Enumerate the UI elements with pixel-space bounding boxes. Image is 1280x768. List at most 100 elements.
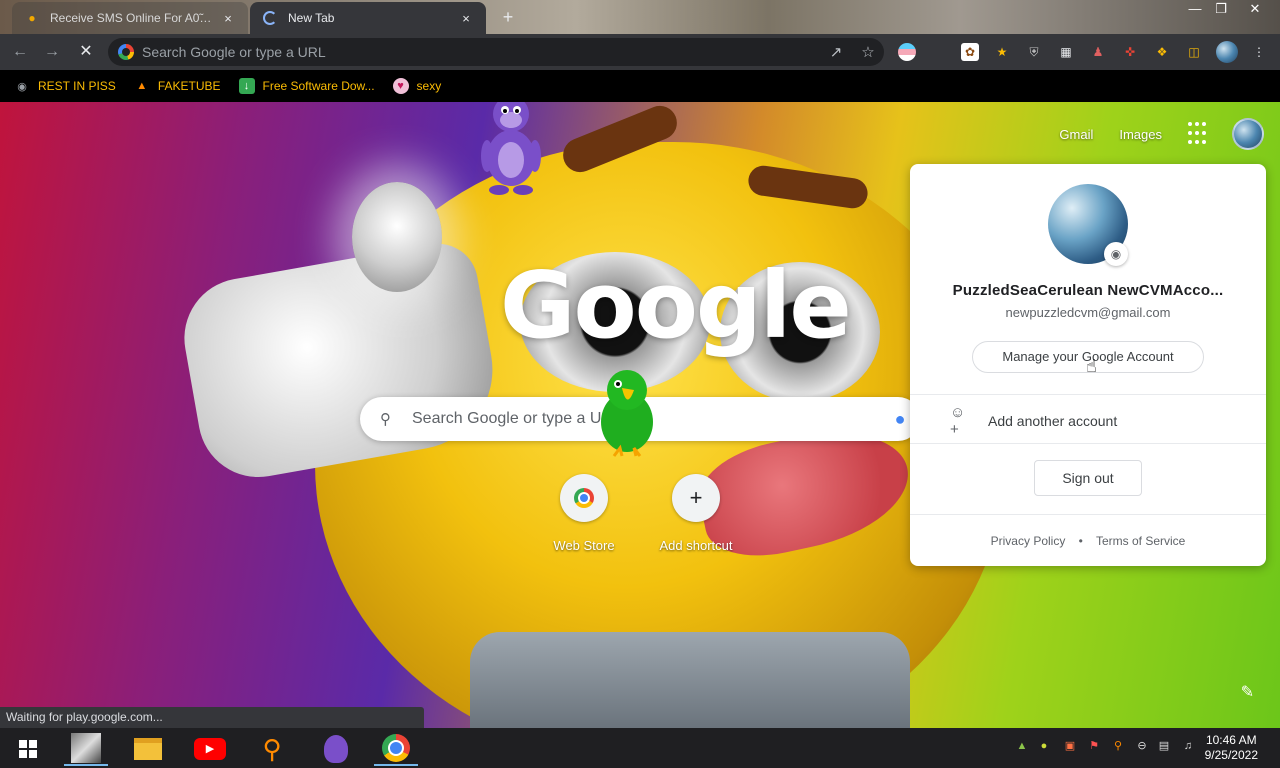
camera-icon[interactable]: ◉ bbox=[1104, 242, 1128, 266]
taskbar-chrome[interactable] bbox=[374, 732, 418, 766]
address-input[interactable] bbox=[142, 44, 820, 60]
google-apps-icon[interactable] bbox=[1188, 122, 1212, 146]
clock-date: 9/25/2022 bbox=[1204, 748, 1258, 762]
forward-arrow-icon[interactable]: → bbox=[40, 40, 64, 64]
runner-extension-icon[interactable]: ★ bbox=[993, 43, 1011, 61]
divider bbox=[910, 514, 1266, 515]
add-account-button[interactable]: ☺+ Add another account bbox=[950, 404, 1117, 438]
tray-flag-icon[interactable]: ⚑ bbox=[1086, 738, 1102, 754]
add-person-icon: ☺+ bbox=[950, 404, 966, 438]
account-name: PuzzledSeaCerulean NewCVMAcco... bbox=[952, 282, 1224, 299]
start-button[interactable] bbox=[6, 732, 50, 766]
google-logo: Google bbox=[500, 252, 852, 359]
tab-strip: ● Receive SMS Online For A0̃%12- × New T… bbox=[0, 0, 1280, 34]
google-g-icon bbox=[118, 44, 134, 60]
folder-icon bbox=[134, 738, 162, 760]
minimize-button[interactable]: — bbox=[1182, 0, 1208, 20]
bonzi-mascot-icon[interactable] bbox=[475, 102, 547, 198]
account-avatar-button[interactable] bbox=[1232, 118, 1264, 150]
windows-taskbar: ▶ ⚲ ▲ ● ▣ ⚑ ⚲ ⊖ ▤ ♫ 10:46 AM 9/25/2022 bbox=[0, 728, 1280, 768]
taskbar-youtube[interactable]: ▶ bbox=[188, 732, 232, 766]
background-glowing-orb bbox=[352, 182, 442, 292]
close-window-button[interactable]: ✕ bbox=[1242, 0, 1268, 20]
taskbar-file-explorer[interactable] bbox=[126, 732, 170, 766]
bookmark-free-software[interactable]: ↓ Free Software Dow... bbox=[238, 78, 375, 94]
taskbar-bonzi[interactable] bbox=[314, 732, 358, 766]
tab-title: New Tab bbox=[288, 11, 335, 25]
paw-extension-icon[interactable]: ✿ bbox=[961, 43, 979, 61]
taskbar-search-tool[interactable]: ⚲ bbox=[250, 732, 294, 766]
shortcut-add[interactable]: + Add shortcut bbox=[640, 474, 752, 553]
bookmark-label: Free Software Dow... bbox=[262, 79, 375, 93]
tab-title: Receive SMS Online For A0̃%12- bbox=[50, 11, 220, 25]
shortcut-label: Add shortcut bbox=[659, 538, 733, 553]
bookmark-faketube[interactable]: ▲ FAKETUBE bbox=[134, 78, 220, 94]
chrome-menu-icon[interactable]: ⋮ bbox=[1250, 43, 1268, 61]
divider bbox=[910, 443, 1266, 444]
bonzi-icon bbox=[324, 735, 348, 763]
search-icon: ⚲ bbox=[380, 411, 391, 428]
status-bubble: Waiting for play.google.com... bbox=[0, 707, 424, 728]
puzzle-extensions-icon[interactable]: ❖ bbox=[1153, 43, 1171, 61]
tray-app-icon[interactable]: ▲ bbox=[1014, 738, 1030, 754]
wt-extension-icon[interactable]: ▦ bbox=[1057, 43, 1075, 61]
share-icon[interactable]: ↗ bbox=[820, 43, 852, 61]
close-tab-icon[interactable]: × bbox=[458, 11, 474, 26]
volume-icon[interactable]: ♫ bbox=[1180, 738, 1196, 754]
plus-icon: + bbox=[672, 474, 720, 522]
trans-flag-extension-icon[interactable] bbox=[898, 43, 916, 61]
terms-of-service-link[interactable]: Terms of Service bbox=[1096, 534, 1185, 548]
sword-extension-icon[interactable]: ✜ bbox=[1121, 43, 1139, 61]
tab-new-tab[interactable]: New Tab × bbox=[250, 2, 486, 34]
chrome-webstore-icon bbox=[560, 474, 608, 522]
maximize-button[interactable]: ❐ bbox=[1208, 0, 1234, 20]
loading-spinner-icon bbox=[262, 10, 278, 26]
back-arrow-icon[interactable]: ← bbox=[8, 40, 32, 64]
background-shoe bbox=[470, 632, 910, 728]
bookmark-sexy[interactable]: ♥ sexy bbox=[392, 78, 442, 94]
ublock-shield-icon[interactable]: ⛨ bbox=[1025, 43, 1043, 61]
clock-time: 10:46 AM bbox=[1205, 733, 1257, 747]
heart-icon: ♥ bbox=[392, 78, 409, 94]
tray-minus-icon[interactable]: ⊖ bbox=[1134, 738, 1150, 754]
gmail-link[interactable]: Gmail bbox=[1059, 127, 1093, 142]
magnifier-icon: ⚲ bbox=[262, 733, 282, 764]
divider bbox=[910, 394, 1266, 395]
ntp-top-links: Gmail Images bbox=[1059, 102, 1280, 166]
globe-icon: ◉ bbox=[17, 80, 27, 93]
chrome-icon bbox=[382, 734, 410, 762]
images-link[interactable]: Images bbox=[1119, 127, 1162, 142]
person-extension-icon[interactable]: ♟ bbox=[1089, 43, 1107, 61]
bookmark-star-icon[interactable]: ☆ bbox=[852, 43, 884, 61]
network-icon[interactable]: ▤ bbox=[1156, 738, 1172, 754]
privacy-policy-link[interactable]: Privacy Policy bbox=[991, 534, 1066, 548]
bookmarks-bar: ◉ REST IN PISS ▲ FAKETUBE ↓ Free Softwar… bbox=[0, 70, 1280, 102]
tray-app-icon[interactable]: ● bbox=[1036, 738, 1052, 754]
youtube-icon: ▶ bbox=[194, 738, 226, 760]
bookmark-label: sexy bbox=[416, 79, 442, 93]
tray-search-icon[interactable]: ⚲ bbox=[1110, 738, 1126, 754]
new-tab-button[interactable]: + bbox=[496, 6, 520, 28]
popup-footer: Privacy Policy • Terms of Service bbox=[910, 534, 1266, 548]
app-thumbnail-icon bbox=[71, 733, 101, 763]
parrot-mascot-icon[interactable] bbox=[592, 364, 662, 462]
stop-loading-icon[interactable]: ✕ bbox=[74, 40, 98, 64]
taskbar-app-thumbnail[interactable] bbox=[64, 732, 108, 766]
download-icon: ↓ bbox=[238, 78, 255, 94]
sign-out-button[interactable]: Sign out bbox=[1034, 460, 1142, 496]
add-account-label: Add another account bbox=[988, 413, 1118, 429]
profile-avatar-icon[interactable] bbox=[1216, 41, 1238, 63]
tab-receive-sms[interactable]: ● Receive SMS Online For A0̃%12- × bbox=[12, 2, 248, 34]
tray-app-icon[interactable]: ▣ bbox=[1062, 738, 1078, 754]
omnibox[interactable]: ↗ ☆ bbox=[108, 38, 884, 66]
taskbar-clock[interactable]: 10:46 AM 9/25/2022 bbox=[1205, 733, 1258, 763]
customize-pencil-icon[interactable]: ✎ bbox=[1241, 682, 1254, 702]
side-panel-icon[interactable]: ◫ bbox=[1185, 43, 1203, 61]
fire-icon: ▲ bbox=[136, 80, 148, 92]
bookmark-rest-in-piss[interactable]: ◉ REST IN PISS bbox=[14, 78, 116, 94]
account-email: newpuzzledcvm@gmail.com bbox=[1005, 305, 1171, 320]
close-tab-icon[interactable]: × bbox=[220, 11, 236, 26]
bookmark-label: REST IN PISS bbox=[38, 79, 116, 93]
shortcut-label: Web Store bbox=[553, 538, 615, 553]
shortcut-web-store[interactable]: Web Store bbox=[528, 474, 640, 553]
